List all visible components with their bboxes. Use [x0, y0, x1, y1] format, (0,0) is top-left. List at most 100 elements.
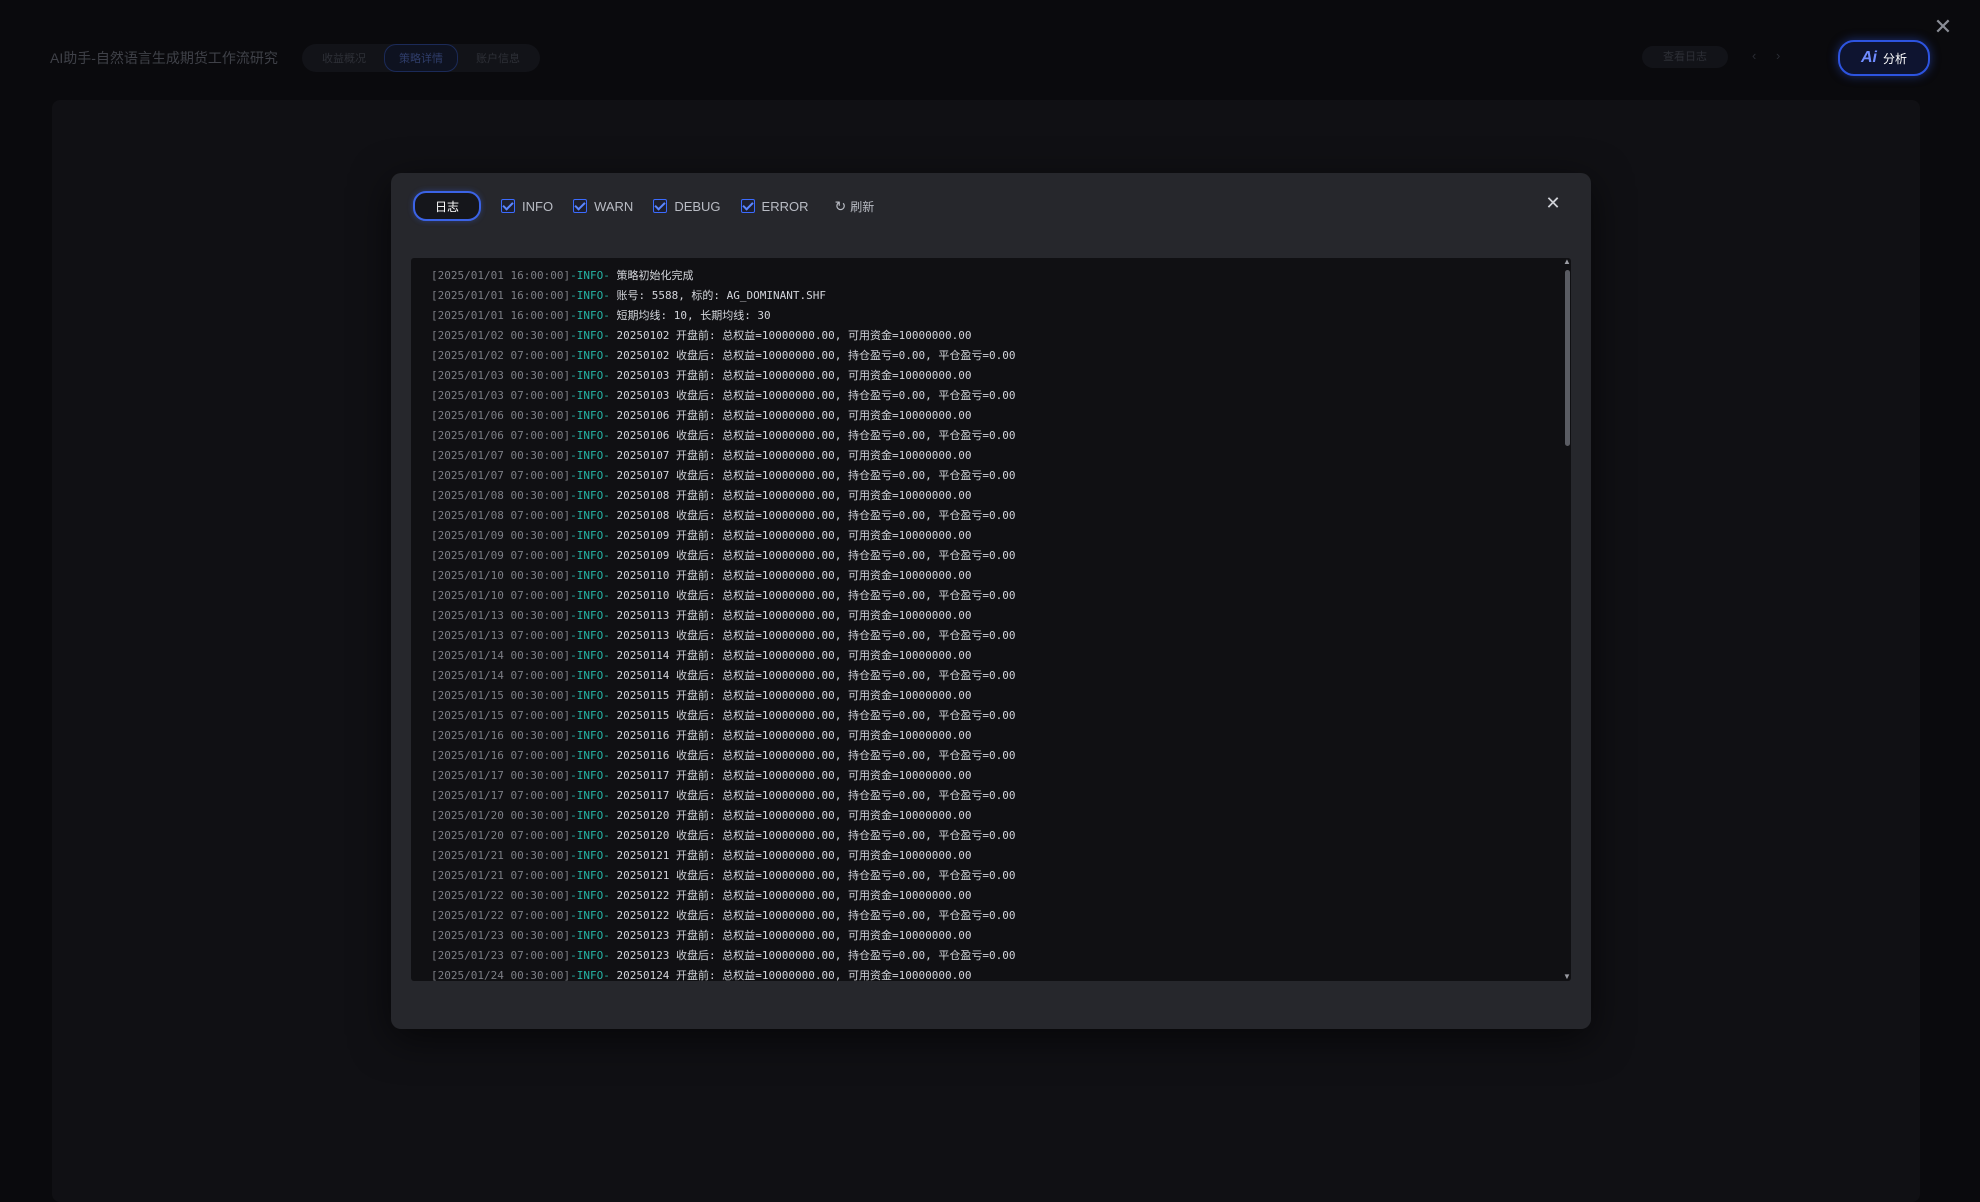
log-timestamp: [2025/01/20 07:00:00] [431, 829, 571, 842]
log-level: -INFO- [570, 829, 610, 842]
log-level: -INFO- [570, 789, 610, 802]
app-title: AI助手-自然语言生成期货工作流研究 [50, 50, 278, 66]
prev-arrow-icon[interactable]: ‹ [1752, 48, 1756, 63]
log-line: [2025/01/21 00:30:00]-INFO- 20250121 开盘前… [431, 846, 1016, 866]
log-tab[interactable]: 日志 [413, 191, 481, 221]
filter-error[interactable]: ERROR [740, 199, 809, 214]
log-level: -INFO- [570, 869, 610, 882]
log-timestamp: [2025/01/08 00:30:00] [431, 489, 571, 502]
log-timestamp: [2025/01/13 00:30:00] [431, 609, 571, 622]
filter-info-label: INFO [522, 198, 554, 214]
log-timestamp: [2025/01/01 16:00:00] [431, 289, 571, 302]
log-line: [2025/01/20 00:30:00]-INFO- 20250120 开盘前… [431, 806, 1016, 826]
log-timestamp: [2025/01/03 00:30:00] [431, 369, 571, 382]
filter-debug[interactable]: DEBUG [653, 199, 721, 214]
close-icon[interactable]: ✕ [1541, 191, 1565, 215]
log-line: [2025/01/09 00:30:00]-INFO- 20250109 开盘前… [431, 526, 1016, 546]
log-timestamp: [2025/01/01 16:00:00] [431, 269, 571, 282]
refresh-button[interactable]: ↻ 刷新 [835, 198, 875, 215]
log-line: [2025/01/14 07:00:00]-INFO- 20250114 收盘后… [431, 666, 1016, 686]
log-line: [2025/01/14 00:30:00]-INFO- 20250114 开盘前… [431, 646, 1016, 666]
ai-logo-icon: Ai [1860, 49, 1877, 66]
log-line: [2025/01/13 00:30:00]-INFO- 20250113 开盘前… [431, 606, 1016, 626]
next-arrow-icon[interactable]: › [1776, 48, 1780, 63]
log-scrollbar[interactable]: ▲ ▼ [1563, 258, 1571, 981]
log-level: -INFO- [570, 649, 610, 662]
scroll-thumb[interactable] [1565, 270, 1570, 446]
log-level: -INFO- [570, 949, 610, 962]
filter-info[interactable]: INFO [501, 199, 553, 214]
checkbox-checked-icon[interactable] [501, 199, 515, 213]
tab-overview[interactable]: 收益概况 [308, 45, 380, 71]
log-message: 短期均线: 10, 长期均线: 30 [616, 309, 771, 322]
log-line: [2025/01/06 00:30:00]-INFO- 20250106 开盘前… [431, 406, 1016, 426]
log-timestamp: [2025/01/21 07:00:00] [431, 869, 571, 882]
checkbox-checked-icon[interactable] [740, 199, 755, 213]
log-line: [2025/01/23 00:30:00]-INFO- 20250123 开盘前… [431, 926, 1016, 946]
log-message: 20250113 开盘前: 总权益=10000000.00, 可用资金=1000… [616, 609, 972, 622]
close-icon[interactable]: ✕ [1932, 16, 1954, 38]
checkbox-checked-icon[interactable] [653, 199, 668, 213]
log-output[interactable]: [2025/01/01 16:00:00]-INFO- 策略初始化完成 [2025… [411, 258, 1571, 981]
log-level: -INFO- [570, 529, 610, 542]
log-level: -INFO- [570, 629, 610, 642]
log-message: 20250124 开盘前: 总权益=10000000.00, 可用资金=1000… [616, 969, 972, 981]
log-line: [2025/01/01 16:00:00]-INFO- 策略初始化完成 [431, 266, 1016, 286]
tab-strategy-details[interactable]: 策略详情 [384, 44, 458, 72]
log-message: 20250106 收盘后: 总权益=10000000.00, 持仓盈亏=0.00… [616, 429, 1016, 442]
log-level: -INFO- [570, 669, 610, 682]
log-modal: 日志 INFO WARN DEBUG ERROR ↻ 刷新 ✕ [2025/01… [391, 173, 1591, 1029]
log-message: 20250120 收盘后: 总权益=10000000.00, 持仓盈亏=0.00… [616, 829, 1016, 842]
log-message: 20250117 收盘后: 总权益=10000000.00, 持仓盈亏=0.00… [616, 789, 1016, 802]
log-level: -INFO- [570, 929, 610, 942]
log-message: 20250122 开盘前: 总权益=10000000.00, 可用资金=1000… [616, 889, 972, 902]
log-timestamp: [2025/01/23 00:30:00] [431, 929, 571, 942]
log-level: -INFO- [570, 689, 610, 702]
log-timestamp: [2025/01/15 07:00:00] [431, 709, 571, 722]
log-level: -INFO- [570, 449, 610, 462]
log-lines: [2025/01/01 16:00:00]-INFO- 策略初始化完成 [2025… [431, 266, 1016, 981]
log-timestamp: [2025/01/16 00:30:00] [431, 729, 571, 742]
log-level: -INFO- [570, 569, 610, 582]
log-timestamp: [2025/01/08 07:00:00] [431, 509, 571, 522]
log-message: 策略初始化完成 [616, 269, 694, 282]
log-level: -INFO- [570, 369, 610, 382]
log-line: [2025/01/10 07:00:00]-INFO- 20250110 收盘后… [431, 586, 1016, 606]
log-message: 账号: 5588, 标的: AG_DOMINANT.SHF [616, 289, 827, 302]
log-level: -INFO- [570, 609, 610, 622]
log-timestamp: [2025/01/16 07:00:00] [431, 749, 571, 762]
ai-analysis-button[interactable]: Ai 分析 [1838, 40, 1930, 76]
log-level: -INFO- [570, 909, 610, 922]
filter-warn[interactable]: WARN [573, 199, 633, 214]
log-level: -INFO- [570, 389, 610, 402]
log-message: 20250122 收盘后: 总权益=10000000.00, 持仓盈亏=0.00… [616, 909, 1016, 922]
view-tabs: 收益概况 策略详情 账户信息 [302, 44, 540, 72]
log-level: -INFO- [570, 709, 610, 722]
log-line: [2025/01/03 07:00:00]-INFO- 20250103 收盘后… [431, 386, 1016, 406]
tab-account-info[interactable]: 账户信息 [462, 45, 534, 71]
log-timestamp: [2025/01/10 00:30:00] [431, 569, 571, 582]
log-message: 20250102 开盘前: 总权益=10000000.00, 可用资金=1000… [616, 329, 972, 342]
log-line: [2025/01/22 07:00:00]-INFO- 20250122 收盘后… [431, 906, 1016, 926]
log-level: -INFO- [570, 729, 610, 742]
checkbox-checked-icon[interactable] [573, 199, 588, 213]
log-message: 20250113 收盘后: 总权益=10000000.00, 持仓盈亏=0.00… [616, 629, 1016, 642]
log-message: 20250120 开盘前: 总权益=10000000.00, 可用资金=1000… [616, 809, 972, 822]
log-line: [2025/01/17 07:00:00]-INFO- 20250117 收盘后… [431, 786, 1016, 806]
view-log-button[interactable]: 查看日志 [1642, 46, 1728, 68]
log-message: 20250117 开盘前: 总权益=10000000.00, 可用资金=1000… [616, 769, 972, 782]
scroll-up-icon[interactable]: ▲ [1563, 258, 1571, 266]
log-timestamp: [2025/01/02 07:00:00] [431, 349, 571, 362]
log-line: [2025/01/24 00:30:00]-INFO- 20250124 开盘前… [431, 966, 1016, 981]
log-message: 20250108 开盘前: 总权益=10000000.00, 可用资金=1000… [616, 489, 972, 502]
log-level: -INFO- [570, 289, 610, 302]
scroll-down-icon[interactable]: ▼ [1563, 973, 1571, 981]
log-message: 20250109 收盘后: 总权益=10000000.00, 持仓盈亏=0.00… [616, 549, 1016, 562]
log-line: [2025/01/07 07:00:00]-INFO- 20250107 收盘后… [431, 466, 1016, 486]
log-line: [2025/01/21 07:00:00]-INFO- 20250121 收盘后… [431, 866, 1016, 886]
log-level: -INFO- [570, 489, 610, 502]
log-message: 20250106 开盘前: 总权益=10000000.00, 可用资金=1000… [616, 409, 972, 422]
log-timestamp: [2025/01/02 00:30:00] [431, 329, 571, 342]
log-line: [2025/01/20 07:00:00]-INFO- 20250120 收盘后… [431, 826, 1016, 846]
log-message: 20250121 收盘后: 总权益=10000000.00, 持仓盈亏=0.00… [616, 869, 1016, 882]
